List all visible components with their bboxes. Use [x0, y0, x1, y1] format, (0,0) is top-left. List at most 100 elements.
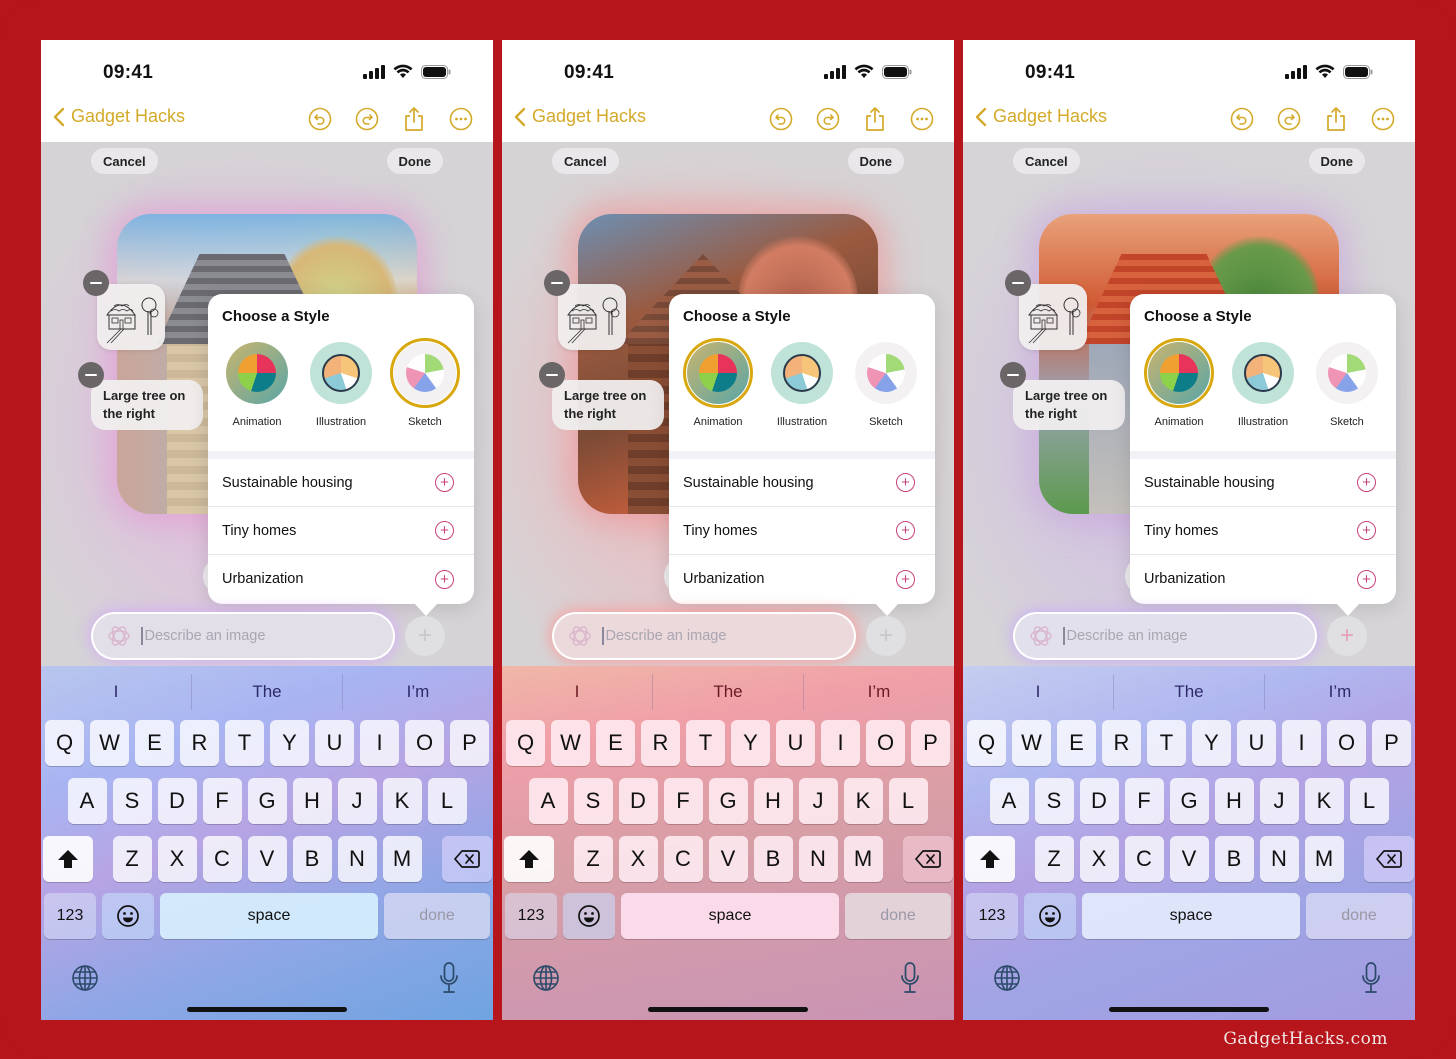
letter-key[interactable]: W — [551, 720, 590, 766]
prediction-item[interactable]: I’m — [803, 674, 954, 710]
space-key[interactable]: space — [160, 893, 378, 939]
emoji-key[interactable] — [1024, 893, 1076, 939]
prediction-item[interactable]: I’m — [1264, 674, 1415, 710]
share-button[interactable] — [862, 106, 887, 131]
globe-icon[interactable] — [71, 964, 99, 992]
letter-key[interactable]: K — [1304, 778, 1344, 824]
share-button[interactable] — [1323, 106, 1348, 131]
describe-image-input[interactable]: Describe an image — [93, 614, 393, 658]
shift-key[interactable] — [964, 836, 1015, 882]
sketch-concept-chip[interactable] — [97, 284, 165, 350]
globe-icon[interactable] — [532, 964, 560, 992]
delete-key[interactable] — [441, 836, 492, 882]
letter-key[interactable]: R — [1102, 720, 1141, 766]
letter-key[interactable]: Z — [112, 836, 152, 882]
letter-key[interactable]: U — [315, 720, 354, 766]
cancel-button[interactable]: Cancel — [552, 148, 619, 174]
letter-key[interactable]: Q — [967, 720, 1006, 766]
text-concept-chip[interactable]: Large tree on the right — [91, 380, 203, 430]
share-button[interactable] — [401, 106, 426, 131]
keyboard-done-key[interactable]: done — [384, 893, 490, 939]
letter-key[interactable]: O — [1327, 720, 1366, 766]
suggestion-item[interactable]: Urbanization + — [669, 555, 935, 603]
letter-key[interactable]: D — [1079, 778, 1119, 824]
letter-key[interactable]: M — [843, 836, 883, 882]
style-option-sketch[interactable]: Sketch — [386, 338, 464, 428]
prediction-item[interactable]: The — [1113, 674, 1264, 710]
numbers-key[interactable]: 123 — [966, 893, 1018, 939]
done-button[interactable]: Done — [847, 148, 904, 174]
describe-image-input[interactable]: Describe an image — [554, 614, 854, 658]
letter-key[interactable]: E — [596, 720, 635, 766]
prediction-item[interactable]: I — [41, 674, 191, 710]
remove-text-chip-button[interactable] — [539, 362, 565, 388]
undo-button[interactable] — [1229, 106, 1254, 131]
letter-key[interactable]: L — [427, 778, 467, 824]
letter-key[interactable]: I — [1282, 720, 1321, 766]
letter-key[interactable]: X — [618, 836, 658, 882]
suggestion-item[interactable]: Tiny homes + — [669, 507, 935, 555]
remove-text-chip-button[interactable] — [1000, 362, 1026, 388]
letter-key[interactable]: K — [843, 778, 883, 824]
style-option-sketch[interactable]: Sketch — [847, 338, 925, 428]
add-concept-button[interactable]: + — [1327, 616, 1367, 656]
space-key[interactable]: space — [621, 893, 839, 939]
letter-key[interactable]: T — [686, 720, 725, 766]
add-concept-button[interactable]: + — [866, 616, 906, 656]
delete-key[interactable] — [902, 836, 953, 882]
letter-key[interactable]: R — [641, 720, 680, 766]
redo-button[interactable] — [815, 106, 840, 131]
letter-key[interactable]: Y — [270, 720, 309, 766]
letter-key[interactable]: O — [866, 720, 905, 766]
microphone-icon[interactable] — [900, 962, 920, 994]
undo-button[interactable] — [768, 106, 793, 131]
keyboard-done-key[interactable]: done — [1306, 893, 1412, 939]
letter-key[interactable]: H — [292, 778, 332, 824]
suggestion-item[interactable]: Sustainable housing + — [669, 459, 935, 507]
prediction-item[interactable]: The — [652, 674, 803, 710]
style-option-animation[interactable]: Animation — [679, 338, 757, 428]
letter-key[interactable]: B — [753, 836, 793, 882]
shift-key[interactable] — [42, 836, 93, 882]
letter-key[interactable]: E — [1057, 720, 1096, 766]
numbers-key[interactable]: 123 — [505, 893, 557, 939]
redo-button[interactable] — [1276, 106, 1301, 131]
suggestion-item[interactable]: Tiny homes + — [208, 507, 474, 555]
letter-key[interactable]: X — [157, 836, 197, 882]
suggestion-item[interactable]: Urbanization + — [1130, 555, 1396, 603]
letter-key[interactable]: F — [663, 778, 703, 824]
letter-key[interactable]: X — [1079, 836, 1119, 882]
style-option-sketch[interactable]: Sketch — [1308, 338, 1386, 428]
letter-key[interactable]: S — [573, 778, 613, 824]
letter-key[interactable]: P — [450, 720, 489, 766]
add-concept-button[interactable]: + — [405, 616, 445, 656]
style-option-illustration[interactable]: Illustration — [1224, 338, 1302, 428]
letter-key[interactable]: Q — [506, 720, 545, 766]
more-button[interactable] — [1370, 106, 1395, 131]
letter-key[interactable]: G — [708, 778, 748, 824]
letter-key[interactable]: J — [337, 778, 377, 824]
letter-key[interactable]: F — [1124, 778, 1164, 824]
letter-key[interactable]: H — [1214, 778, 1254, 824]
letter-key[interactable]: C — [202, 836, 242, 882]
prediction-item[interactable]: I — [963, 674, 1113, 710]
letter-key[interactable]: A — [528, 778, 568, 824]
remove-sketch-chip-button[interactable] — [1005, 270, 1031, 296]
back-button[interactable]: Gadget Hacks — [514, 106, 646, 127]
letter-key[interactable]: C — [663, 836, 703, 882]
more-button[interactable] — [909, 106, 934, 131]
undo-button[interactable] — [307, 106, 332, 131]
text-concept-chip[interactable]: Large tree on the right — [552, 380, 664, 430]
cancel-button[interactable]: Cancel — [1013, 148, 1080, 174]
letter-key[interactable]: G — [1169, 778, 1209, 824]
more-button[interactable] — [448, 106, 473, 131]
letter-key[interactable]: V — [708, 836, 748, 882]
letter-key[interactable]: N — [1259, 836, 1299, 882]
redo-button[interactable] — [354, 106, 379, 131]
describe-image-input[interactable]: Describe an image — [1015, 614, 1315, 658]
remove-sketch-chip-button[interactable] — [83, 270, 109, 296]
suggestion-item[interactable]: Sustainable housing + — [208, 459, 474, 507]
letter-key[interactable]: M — [1304, 836, 1344, 882]
letter-key[interactable]: F — [202, 778, 242, 824]
letter-key[interactable]: S — [1034, 778, 1074, 824]
